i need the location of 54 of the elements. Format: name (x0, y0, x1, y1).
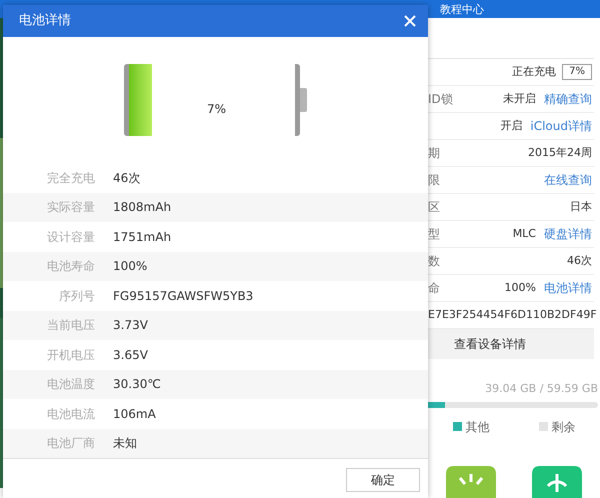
detail-label: 开机电压 (46, 346, 95, 364)
detail-value: 1808mAh (113, 199, 172, 216)
detail-label: 实际容量 (46, 199, 95, 216)
row-value: 2015年24周 (528, 144, 592, 161)
row-label: 限 (428, 172, 440, 189)
row-value: E7E3F254454F6D110B2DF49F (428, 306, 597, 323)
detail-link[interactable]: iCloud详情 (530, 117, 592, 135)
detail-link[interactable]: 在线查询 (544, 171, 592, 189)
detail-label: 设计容量 (46, 228, 95, 246)
detail-label: 电池寿命 (46, 258, 95, 276)
storage-reading: 39.04 GB / 59.59 GB (485, 382, 598, 395)
detail-value: 106mA (113, 406, 156, 423)
row-label: 型 (428, 226, 440, 243)
row-label: 数 (428, 253, 440, 270)
battery-terminal (300, 88, 307, 112)
row-label: ID锁 (428, 91, 453, 108)
detail-link[interactable]: 硬盘详情 (544, 225, 592, 243)
detail-label: 当前电压 (46, 317, 95, 334)
device-details-button[interactable]: 查看设备详情 (428, 329, 594, 359)
row-label: 区 (428, 199, 440, 216)
detail-link[interactable]: 电池详情 (544, 279, 592, 297)
battery-reading: 7% (207, 101, 226, 118)
detail-label: 电池温度 (46, 376, 95, 394)
row-label: 命 (428, 280, 440, 297)
detail-value: FG95157GAWSFW5YB3 (113, 288, 254, 305)
detail-value: 未知 (113, 435, 137, 452)
detail-value: 3.73V (113, 317, 148, 334)
row-value: 100% (504, 280, 536, 296)
detail-value: 1751mAh (113, 228, 172, 246)
detail-label: 电池电流 (46, 406, 95, 423)
dialog-title: 电池详情 (19, 12, 71, 30)
legend-label: 剩余 (552, 418, 576, 436)
detail-value: 100% (113, 258, 148, 276)
row-value: 日本 (570, 198, 592, 215)
nav-item[interactable]: 教程中心 (440, 4, 484, 14)
row-value: 开启 (500, 118, 522, 134)
detail-value: 3.65V (113, 346, 148, 364)
row-value: 未开启 (503, 90, 536, 107)
detail-label: 电池厂商 (46, 435, 95, 452)
battery-badge: 7% (562, 64, 592, 80)
flash-icon[interactable] (446, 466, 496, 498)
detail-label: 完全充电 (46, 170, 95, 187)
power-icon[interactable] (532, 466, 582, 498)
row-label: 期 (428, 145, 440, 162)
detail-link[interactable]: 精确查询 (544, 90, 592, 108)
ok-button[interactable]: 确定 (346, 468, 420, 492)
detail-label: 序列号 (58, 288, 95, 305)
row-value: MLC (512, 226, 536, 242)
detail-value: 30.30℃ (113, 376, 161, 394)
detail-value: 46次 (113, 170, 140, 187)
row-value: 46次 (567, 252, 592, 269)
close-icon[interactable] (404, 15, 416, 27)
legend-label: 其他 (466, 418, 490, 436)
row-value: 正在充电 (512, 64, 556, 80)
